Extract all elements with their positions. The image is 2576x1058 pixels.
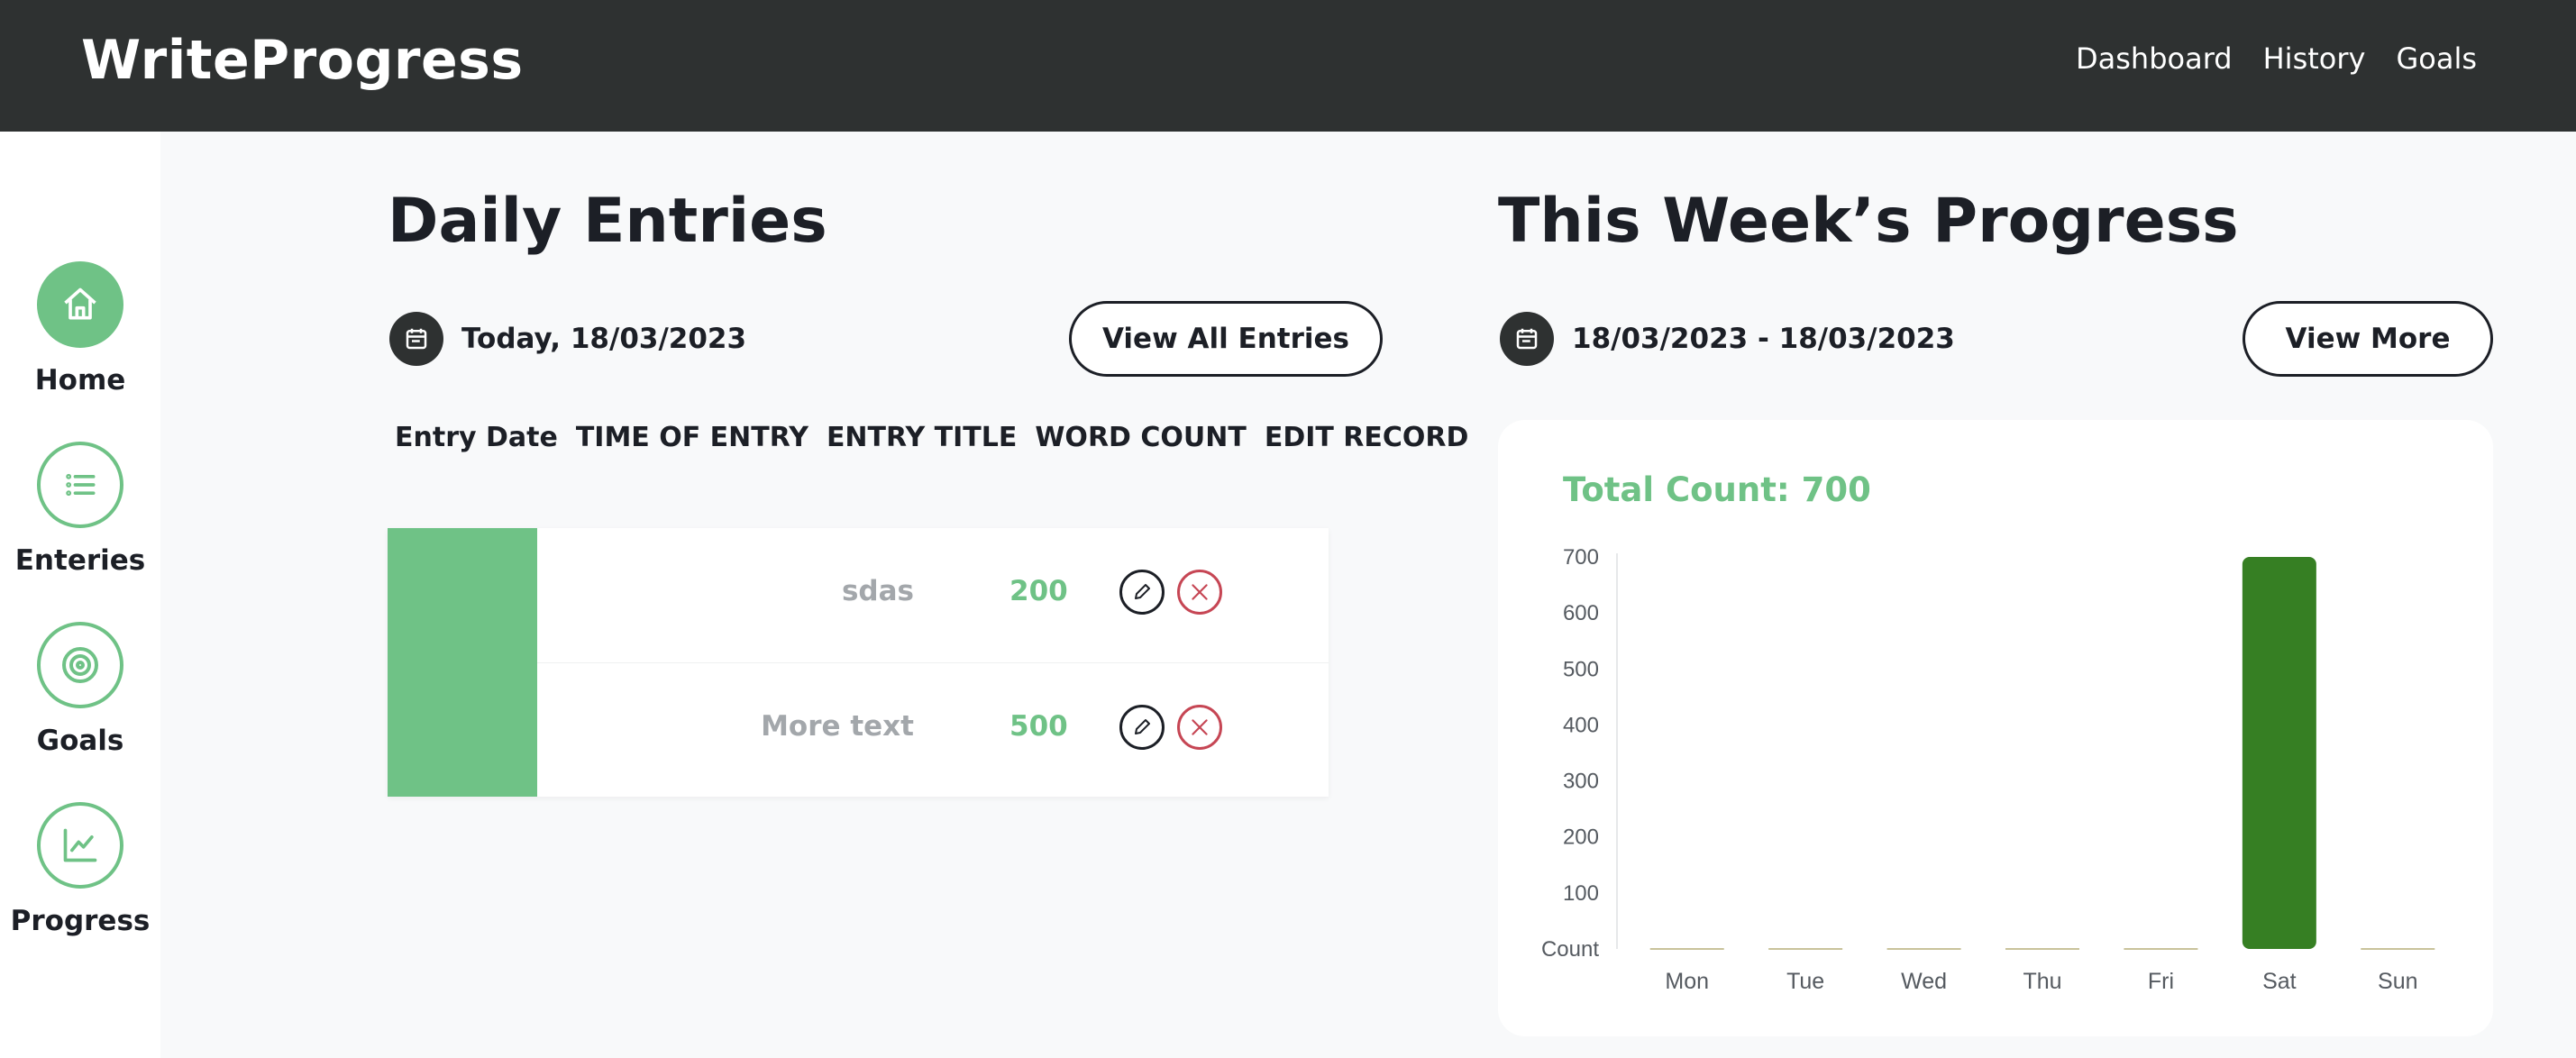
y-tick-label: 200: [1563, 825, 1599, 850]
y-tick-label: 700: [1563, 545, 1599, 570]
nav-dashboard[interactable]: Dashboard: [2076, 41, 2233, 76]
word-count: 200: [1009, 575, 1068, 607]
y-axis-label: Count: [1541, 937, 1599, 962]
y-tick-label: 500: [1563, 657, 1599, 681]
x-tick-label: Sat: [2262, 969, 2297, 994]
chart-line-icon: [37, 802, 123, 889]
sidebar-item-label: Enteries: [14, 544, 146, 577]
column-entry-title: ENTRY TITLE: [826, 422, 1018, 453]
x-tick-label: Wed: [1901, 969, 1947, 994]
list-icon: [37, 442, 123, 528]
brand-logo[interactable]: WriteProgress: [81, 29, 524, 92]
x-tick-label: Mon: [1665, 969, 1709, 994]
x-tick-label: Fri: [2148, 969, 2174, 994]
sidebar-item-home[interactable]: Home: [0, 261, 160, 397]
entry-date-cell: [388, 528, 537, 797]
entry-title: More text: [761, 710, 914, 743]
table-row: sdas 200: [537, 528, 1329, 661]
entries-table-header: Entry Date TIME OF ENTRY ENTRY TITLE WOR…: [388, 422, 1479, 453]
sidebar-item-label: Goals: [36, 725, 124, 757]
x-tick-label: Thu: [2023, 969, 2061, 994]
x-tick-label: Sun: [2378, 969, 2417, 994]
column-edit-record: EDIT RECORD: [1264, 422, 1469, 453]
y-tick-label: 100: [1563, 881, 1599, 906]
close-icon: [1192, 584, 1208, 600]
edit-button[interactable]: [1119, 705, 1165, 750]
daily-date: Today, 18/03/2023: [461, 323, 747, 355]
column-entry-date: Entry Date: [395, 422, 558, 453]
chart-bar: [2242, 557, 2316, 949]
delete-button[interactable]: [1177, 570, 1222, 615]
nav-history[interactable]: History: [2263, 41, 2366, 76]
x-tick-label: Tue: [1786, 969, 1824, 994]
view-more-button[interactable]: View More: [2243, 301, 2493, 377]
nav-goals[interactable]: Goals: [2396, 41, 2477, 76]
weekly-date-range: 18/03/2023 - 18/03/2023: [1572, 323, 1955, 355]
calendar-icon: [1500, 312, 1554, 366]
y-tick-label: 300: [1563, 770, 1599, 794]
weekly-date-row: 18/03/2023 - 18/03/2023: [1500, 312, 1955, 366]
target-icon: [37, 622, 123, 708]
word-count: 500: [1009, 710, 1068, 743]
weekly-progress-title: This Week’s Progress: [1498, 186, 2239, 257]
delete-button[interactable]: [1177, 705, 1222, 750]
home-icon: [37, 261, 123, 348]
entry-title: sdas: [841, 575, 914, 607]
y-tick-label: 400: [1563, 713, 1599, 737]
pencil-icon: [1135, 719, 1150, 734]
edit-button[interactable]: [1119, 570, 1165, 615]
sidebar-item-goals[interactable]: Goals: [0, 622, 160, 757]
sidebar-item-progress[interactable]: Progress: [0, 802, 160, 937]
sidebar-item-entries[interactable]: Enteries: [0, 442, 160, 577]
daily-entries-title: Daily Entries: [388, 186, 827, 257]
column-word-count: WORD COUNT: [1035, 422, 1247, 453]
close-icon: [1192, 719, 1208, 735]
sidebar-item-label: Progress: [10, 905, 151, 937]
table-row: More text 500: [537, 662, 1329, 796]
daily-date-row: Today, 18/03/2023: [389, 312, 746, 366]
top-nav: Dashboard History Goals: [2076, 41, 2477, 76]
y-tick-label: 600: [1563, 601, 1599, 625]
sidebar: Home Enteries Goals Progress: [0, 132, 160, 1058]
sidebar-item-label: Home: [34, 364, 126, 397]
weekly-bar-chart: 100 200 300 400 500 600 700 Count Mon Tue Wed Thu Fr…: [1541, 545, 2435, 994]
entries-table-body: sdas 200 More text 500: [388, 528, 1329, 797]
top-navbar: WriteProgress Dashboard History Goals: [0, 0, 2576, 132]
calendar-icon: [389, 312, 443, 366]
weekly-chart-card: Total Count: 700 100 200 300 400 500 600 700 Co…: [1498, 420, 2493, 1036]
pencil-icon: [1135, 584, 1150, 599]
view-all-entries-button[interactable]: View All Entries: [1069, 301, 1383, 377]
column-time-of-entry: TIME OF ENTRY: [575, 422, 808, 453]
